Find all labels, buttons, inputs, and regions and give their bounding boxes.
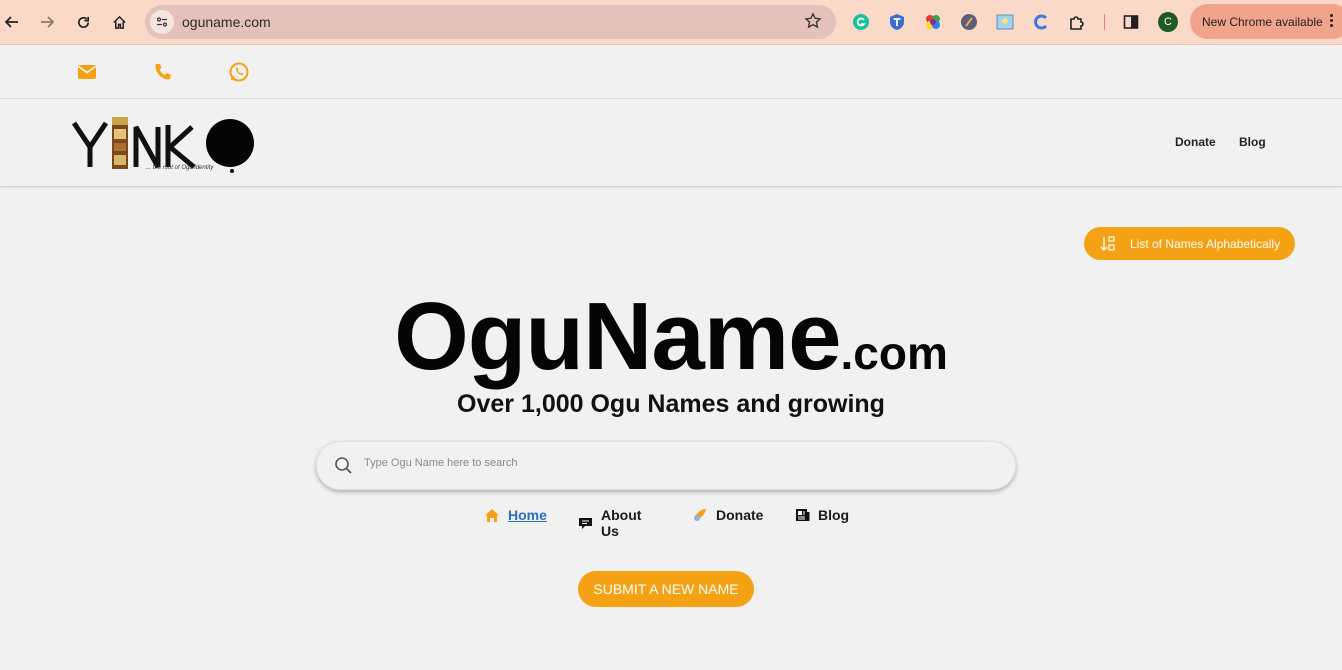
new-chrome-available-button[interactable]: New Chrome available bbox=[1190, 4, 1342, 39]
home-icon bbox=[484, 507, 500, 523]
shield-extension-icon[interactable] bbox=[887, 12, 907, 32]
email-icon[interactable] bbox=[76, 61, 98, 83]
forward-icon[interactable] bbox=[36, 11, 58, 33]
chrome-menu-icon[interactable] bbox=[1330, 14, 1334, 30]
nav-about-us[interactable]: About Us bbox=[578, 507, 642, 539]
phone-icon[interactable] bbox=[152, 61, 174, 83]
search-input[interactable] bbox=[364, 457, 984, 469]
list-alphabetically-button[interactable]: List of Names Alphabetically bbox=[1084, 227, 1295, 260]
image-extension-icon[interactable] bbox=[995, 12, 1015, 32]
reload-icon[interactable] bbox=[72, 11, 94, 33]
browser-toolbar: oguname.com C New Chrome available bbox=[0, 0, 1342, 45]
c-extension-icon[interactable] bbox=[1031, 12, 1051, 32]
nav-blog-label: Blog bbox=[818, 507, 850, 523]
profile-avatar[interactable]: C bbox=[1158, 12, 1178, 32]
yinko-logo[interactable]: ... the root of Ogu identity bbox=[70, 113, 260, 177]
site-header: ... the root of Ogu identity Donate Blog bbox=[0, 99, 1342, 187]
feather-extension-icon[interactable] bbox=[959, 12, 979, 32]
nav-blog[interactable]: Blog bbox=[794, 507, 849, 523]
back-icon[interactable] bbox=[1, 11, 23, 33]
extensions-puzzle-icon[interactable] bbox=[1067, 12, 1087, 32]
nav-about-us-label: About Us bbox=[601, 507, 642, 539]
search-icon bbox=[334, 456, 353, 480]
color-picker-extension-icon[interactable] bbox=[923, 12, 943, 32]
site-title-main: OguName bbox=[394, 283, 841, 390]
news-icon bbox=[794, 507, 810, 523]
nav-home[interactable]: Home bbox=[484, 507, 547, 523]
address-bar[interactable]: oguname.com bbox=[145, 5, 836, 39]
site-subtitle: Over 1,000 Ogu Names and growing bbox=[457, 390, 885, 418]
submit-new-name-button[interactable]: SUBMIT A NEW NAME bbox=[578, 571, 754, 607]
toolbar-separator bbox=[1104, 14, 1105, 30]
nav-home-label: Home bbox=[508, 507, 547, 523]
site-title-tld: .com bbox=[840, 327, 948, 379]
nav-donate[interactable]: Donate bbox=[692, 507, 763, 523]
chat-icon bbox=[578, 515, 593, 531]
donate-icon bbox=[692, 507, 708, 523]
logo-tagline: ... the root of Ogu identity bbox=[146, 165, 214, 171]
contact-bar bbox=[0, 46, 1342, 99]
site-info-icon[interactable] bbox=[150, 10, 174, 34]
header-nav-donate[interactable]: Donate bbox=[1175, 135, 1216, 149]
header-nav-blog[interactable]: Blog bbox=[1239, 135, 1266, 149]
list-alphabetically-label: List of Names Alphabetically bbox=[1130, 237, 1281, 251]
whatsapp-icon[interactable] bbox=[228, 61, 250, 83]
nav-donate-label: Donate bbox=[716, 507, 764, 523]
bookmark-star-icon[interactable] bbox=[804, 12, 822, 35]
sort-alpha-icon bbox=[1100, 235, 1116, 256]
site-title: OguName.com bbox=[0, 282, 1342, 392]
side-panel-icon[interactable] bbox=[1121, 12, 1141, 32]
url-text[interactable]: oguname.com bbox=[182, 14, 271, 30]
grammarly-extension-icon[interactable] bbox=[851, 12, 871, 32]
name-search-box[interactable] bbox=[316, 441, 1016, 490]
home-icon[interactable] bbox=[108, 11, 130, 33]
